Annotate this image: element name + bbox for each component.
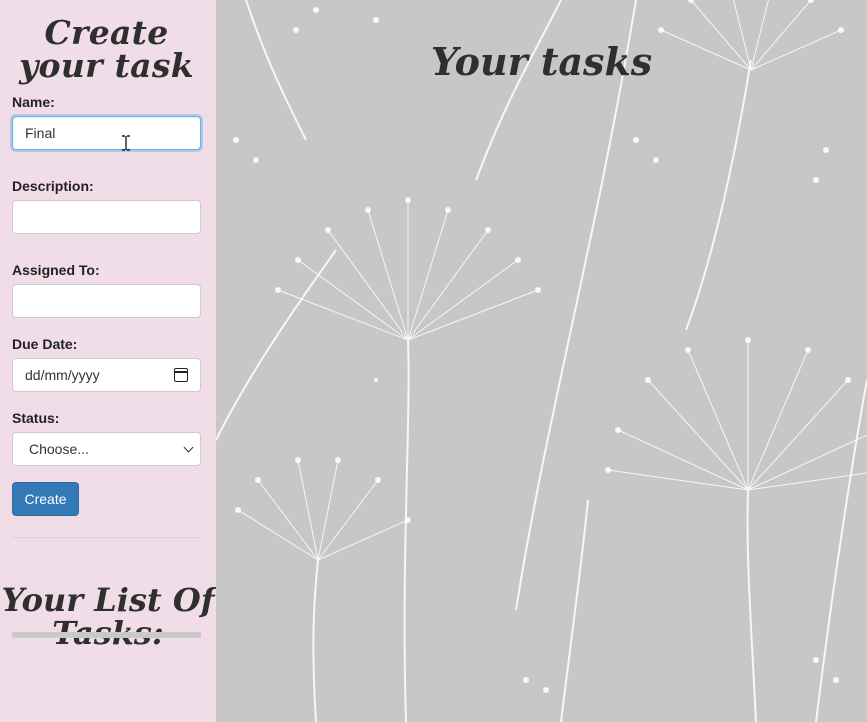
status-select[interactable]: Choose... <box>12 432 201 466</box>
name-label: Name: <box>12 94 55 110</box>
sidebar-divider <box>12 537 201 538</box>
name-field-group: Name: <box>12 94 201 150</box>
assigned-to-label: Assigned To: <box>12 262 100 278</box>
create-task-sidebar: Create your task Name: Description: Assi… <box>0 0 216 722</box>
description-label: Description: <box>12 178 94 194</box>
tasks-main-area: Your tasks <box>216 0 867 722</box>
description-field-group: Description: <box>12 178 201 234</box>
text-cursor-icon <box>122 135 130 151</box>
your-tasks-title: Your tasks <box>430 39 653 85</box>
task-list-container <box>12 632 201 638</box>
due-date-input[interactable]: dd/mm/yyyy <box>12 358 201 392</box>
page: Create your task Name: Description: Assi… <box>0 0 867 722</box>
due-date-placeholder: dd/mm/yyyy <box>25 367 100 383</box>
create-button[interactable]: Create <box>12 482 79 516</box>
status-field-group: Status: Choose... <box>12 410 201 466</box>
dandelion-background <box>216 0 867 722</box>
due-date-field-group: Due Date: dd/mm/yyyy <box>12 336 201 392</box>
task-list-title: Your List Of Tasks: <box>1 580 215 649</box>
create-task-title: Create your task <box>19 13 194 85</box>
chevron-down-icon <box>183 442 194 452</box>
assigned-to-input[interactable] <box>12 284 201 318</box>
status-selected-value: Choose... <box>29 441 89 457</box>
status-label: Status: <box>12 410 60 426</box>
name-input[interactable] <box>12 116 201 150</box>
calendar-icon[interactable] <box>174 368 188 382</box>
due-date-label: Due Date: <box>12 336 78 352</box>
assigned-field-group: Assigned To: <box>12 262 201 318</box>
description-input[interactable] <box>12 200 201 234</box>
